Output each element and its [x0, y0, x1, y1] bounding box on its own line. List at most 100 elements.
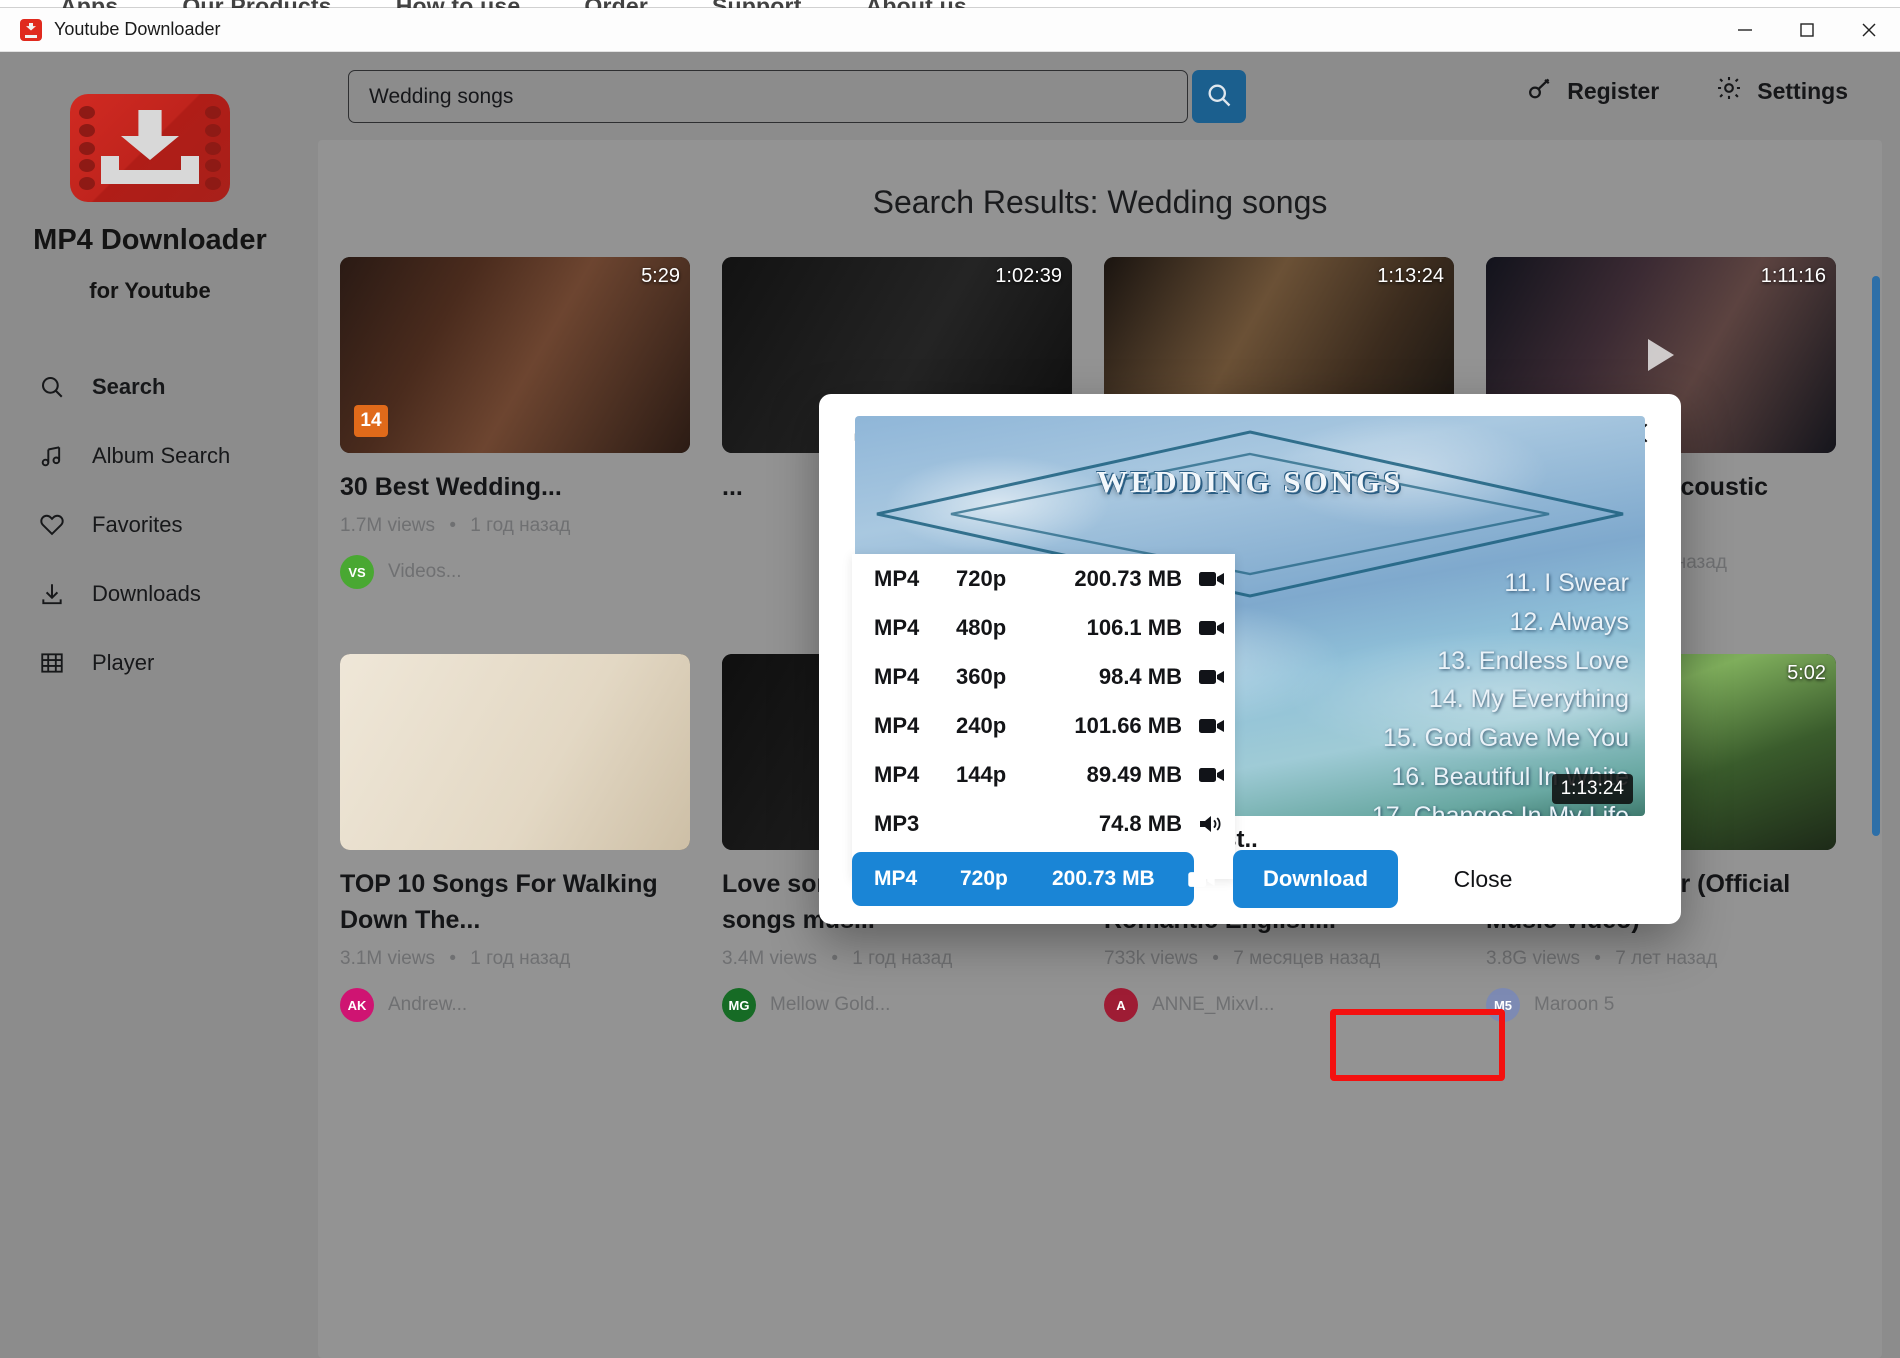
- video-age: 1 год назад: [470, 948, 571, 969]
- video-camera-icon: [1182, 766, 1242, 784]
- search-input[interactable]: [348, 70, 1188, 123]
- video-thumbnail[interactable]: 5:29 14: [340, 257, 690, 453]
- track-item: 15. God Gave Me You: [1382, 724, 1629, 752]
- video-camera-icon: [1188, 870, 1216, 889]
- format-option[interactable]: MP4 720p 200.73 MB: [852, 554, 1235, 603]
- play-icon: [1648, 339, 1674, 371]
- format-size: 101.66 MB: [1074, 712, 1182, 738]
- video-duration: 1:02:39: [995, 265, 1062, 287]
- video-views: 3.8G views: [1486, 948, 1580, 969]
- format-option[interactable]: MP4 480p 106.1 MB: [852, 603, 1235, 652]
- sidebar-item-downloads[interactable]: Downloads: [0, 559, 300, 628]
- register-label: Register: [1567, 77, 1660, 104]
- video-meta: 3.4M views • 1 год назад: [722, 948, 1072, 970]
- video-duration: 5:02: [1787, 661, 1826, 684]
- video-age: 1 год назад: [852, 948, 953, 969]
- selected-format-button[interactable]: MP4 720p 200.73 MB: [852, 852, 1215, 906]
- page-title: Search Results: Wedding songs: [872, 184, 1328, 220]
- channel-row[interactable]: AK Andrew...: [340, 988, 690, 1022]
- format-type: MP4: [874, 614, 920, 640]
- register-button[interactable]: Register: [1526, 75, 1659, 108]
- channel-row[interactable]: VS Videos...: [340, 555, 690, 590]
- search-icon: [38, 373, 66, 401]
- video-card[interactable]: 5:29 14 30 Best Wedding... 1.7M views • …: [340, 257, 690, 626]
- gear-icon: [1715, 74, 1743, 108]
- channel-row[interactable]: MG Mellow Gold...: [722, 988, 1072, 1022]
- video-camera-icon: [1182, 619, 1242, 637]
- format-quality: 720p: [956, 565, 1007, 591]
- format-type: MP4: [874, 712, 920, 738]
- avatar: VS: [340, 555, 374, 590]
- avatar: MG: [722, 988, 756, 1022]
- avatar: AK: [340, 988, 374, 1022]
- video-meta: 3.8G views • 7 лет назад: [1486, 948, 1836, 970]
- download-button[interactable]: Download: [1233, 850, 1398, 908]
- video-views: 1.7M views: [340, 515, 436, 537]
- sidebar-item-label: Downloads: [92, 580, 201, 606]
- format-dropdown-list[interactable]: MP4 720p 200.73 MB MP4 480p 106.1 MB MP4…: [852, 554, 1235, 879]
- window-title: Youtube Downloader: [54, 19, 221, 39]
- main-content: Register Settings Search Results:: [300, 52, 1900, 1358]
- format-option[interactable]: MP4 240p 101.66 MB: [852, 701, 1235, 750]
- video-age: 7 лет назад: [1615, 948, 1718, 969]
- video-camera-icon: [1182, 668, 1242, 686]
- video-camera-icon: [1182, 570, 1242, 588]
- sidebar-item-favorites[interactable]: Favorites: [0, 490, 300, 559]
- track-item: 13. Endless Love: [1437, 646, 1629, 675]
- video-age: 1 год назад: [470, 515, 571, 537]
- format-quality: 480p: [956, 614, 1007, 640]
- vertical-scrollbar[interactable]: [1872, 276, 1880, 836]
- settings-button[interactable]: Settings: [1715, 74, 1848, 108]
- sidebar-item-search[interactable]: Search: [0, 352, 300, 421]
- search-icon: [1205, 81, 1233, 112]
- video-age: 7 месяцев назад: [1233, 948, 1381, 969]
- format-size: 89.49 MB: [1086, 761, 1182, 787]
- format-quality: 240p: [956, 712, 1007, 738]
- format-option[interactable]: MP3 74.8 MB: [852, 799, 1235, 848]
- format-size: 106.1 MB: [1086, 614, 1182, 640]
- channel-name: Mellow Gold...: [770, 994, 891, 1015]
- app-window: Youtube Downloader MP4 Downloader for Yo…: [0, 8, 1900, 1358]
- format-size: 74.8 MB: [1098, 810, 1182, 836]
- format-type: MP4: [874, 663, 920, 689]
- video-card[interactable]: TOP 10 Songs For Walking Down The... 3.1…: [340, 653, 690, 1022]
- channel-row[interactable]: A ANNE_Mixvl...: [1104, 988, 1454, 1022]
- meta-separator: •: [449, 948, 456, 969]
- key-icon: [1526, 75, 1553, 108]
- video-thumbnail[interactable]: [340, 653, 690, 850]
- minimize-button[interactable]: [1714, 8, 1776, 52]
- format-type: MP3: [874, 810, 920, 836]
- meta-separator: •: [1594, 948, 1601, 969]
- format-quality: 360p: [956, 663, 1007, 689]
- channel-name: Videos...: [388, 561, 462, 583]
- channel-row[interactable]: M5 Maroon 5: [1486, 988, 1836, 1022]
- sidebar: MP4 Downloader for Youtube Search Album …: [0, 52, 300, 1358]
- close-button[interactable]: [1838, 8, 1900, 52]
- music-note-icon: [38, 442, 66, 470]
- format-option[interactable]: MP4 144p 89.49 MB: [852, 750, 1235, 799]
- heart-icon: [38, 511, 66, 539]
- channel-name: Andrew...: [388, 994, 468, 1015]
- maximize-button[interactable]: [1776, 8, 1838, 52]
- cancel-button[interactable]: Close: [1423, 850, 1543, 908]
- sidebar-item-album-search[interactable]: Album Search: [0, 421, 300, 490]
- search-button[interactable]: [1192, 70, 1246, 123]
- selected-format-type: MP4: [874, 867, 918, 890]
- video-meta: 1.7M views • 1 год назад: [340, 515, 690, 537]
- video-views: 3.1M views: [340, 948, 436, 969]
- sidebar-item-label: Favorites: [92, 511, 183, 537]
- thumbnail-duration: 1:13:24: [1551, 774, 1633, 804]
- mp4-downloader-logo-icon: [70, 94, 230, 202]
- track-item: 14. My Everything: [1428, 685, 1629, 714]
- format-option[interactable]: MP4 360p 98.4 MB: [852, 652, 1235, 701]
- video-duration: 5:29: [641, 265, 680, 287]
- video-title: 30 Best Wedding...: [340, 473, 562, 501]
- video-views: 3.4M views: [722, 948, 818, 969]
- sidebar-item-player[interactable]: Player: [0, 628, 300, 697]
- video-badge: 14: [354, 405, 388, 437]
- track-item: 12. Always: [1509, 607, 1629, 636]
- title-bar: Youtube Downloader: [0, 8, 1900, 52]
- meta-separator: •: [1212, 948, 1219, 969]
- format-size: 98.4 MB: [1098, 663, 1182, 689]
- channel-name: ANNE_Mixvl...: [1152, 994, 1275, 1015]
